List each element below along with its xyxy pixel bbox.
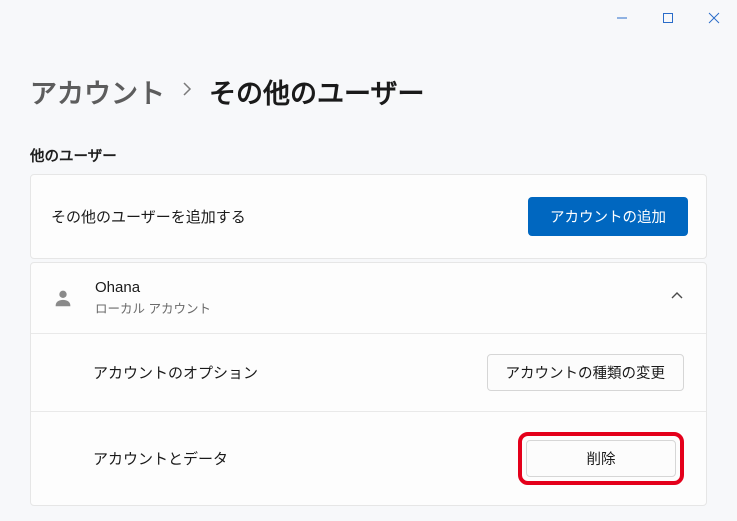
breadcrumb-current: その他のユーザー xyxy=(209,72,424,111)
add-account-button[interactable]: アカウントの追加 xyxy=(528,197,688,236)
user-info: Ohana ローカル アカウント xyxy=(95,279,652,317)
minimize-icon xyxy=(616,12,628,24)
breadcrumb: アカウント その他のユーザー xyxy=(30,72,707,111)
section-label-other-users: 他のユーザー xyxy=(30,145,707,166)
user-account-type: ローカル アカウント xyxy=(95,298,652,317)
account-data-row: アカウントとデータ 削除 xyxy=(31,412,706,505)
maximize-button[interactable] xyxy=(645,2,691,34)
user-header-row[interactable]: Ohana ローカル アカウント xyxy=(31,263,706,334)
person-icon xyxy=(49,284,77,312)
user-name: Ohana xyxy=(95,279,652,296)
delete-button-highlight: 削除 xyxy=(518,432,684,485)
breadcrumb-parent[interactable]: アカウント xyxy=(30,72,165,111)
maximize-icon xyxy=(662,12,674,24)
minimize-button[interactable] xyxy=(599,2,645,34)
chevron-up-icon xyxy=(670,289,684,308)
change-account-type-button[interactable]: アカウントの種類の変更 xyxy=(487,354,685,391)
delete-button[interactable]: 削除 xyxy=(526,440,676,477)
user-card: Ohana ローカル アカウント アカウントのオプション アカウントの種類の変更… xyxy=(30,262,707,506)
add-user-text: その他のユーザーを追加する xyxy=(51,206,246,227)
chevron-right-icon xyxy=(181,80,193,104)
close-button[interactable] xyxy=(691,2,737,34)
account-data-label: アカウントとデータ xyxy=(93,448,228,469)
close-icon xyxy=(708,12,720,24)
account-options-label: アカウントのオプション xyxy=(93,362,258,383)
settings-content: アカウント その他のユーザー 他のユーザー その他のユーザーを追加する アカウン… xyxy=(0,36,737,506)
account-options-row: アカウントのオプション アカウントの種類の変更 xyxy=(31,334,706,412)
add-user-row: その他のユーザーを追加する アカウントの追加 xyxy=(30,174,707,259)
window-titlebar xyxy=(0,0,737,36)
